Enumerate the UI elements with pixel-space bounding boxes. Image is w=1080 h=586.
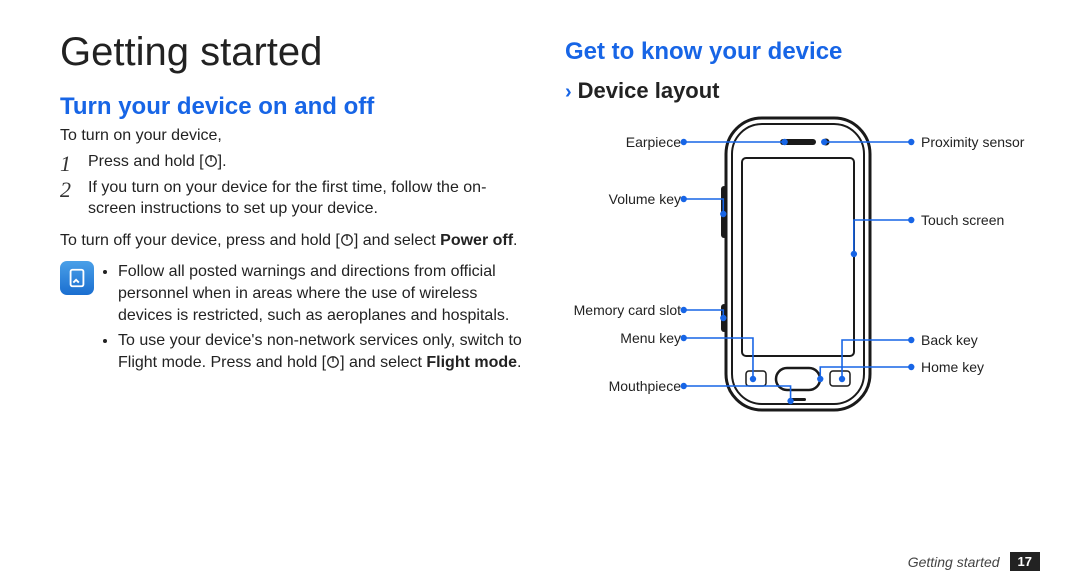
turn-off-paragraph: To turn off your device, press and hold … [60,230,525,252]
steps-list: Press and hold []. If you turn on your d… [60,151,525,220]
label-proximity-sensor: Proximity sensor [921,134,1024,150]
power-icon [326,355,340,369]
note-2-post: ] and select [340,354,426,371]
label-memory-card-slot: Memory card slot [574,302,681,318]
notes-list: Follow all posted warnings and direction… [104,261,525,377]
power-icon [340,233,354,247]
footer: Getting started 17 [908,552,1040,571]
label-mouthpiece: Mouthpiece [609,378,681,394]
section-turn-on-off: Turn your device on and off [60,93,525,121]
page-title: Getting started [60,30,525,75]
off-pre: To turn off your device, press and hold … [60,232,340,249]
chevron-right-icon: › [565,81,572,103]
subsection-label: Device layout [578,78,720,103]
label-touch-screen: Touch screen [921,212,1004,228]
label-home-key: Home key [921,359,984,375]
subsection-device-layout: › Device layout [565,78,1030,104]
power-icon [204,154,218,168]
label-volume-key: Volume key [609,191,681,207]
device-diagram: Earpiece Volume key Memory card slot Men… [565,114,1030,444]
label-menu-key: Menu key [620,330,681,346]
note-2-bold: Flight mode [426,354,517,371]
section-get-to-know: Get to know your device [565,38,1030,66]
off-end: . [513,232,517,249]
note-2-end: . [517,354,521,371]
page-number: 17 [1010,552,1040,571]
label-earpiece: Earpiece [626,134,681,150]
right-column: Get to know your device › Device layout [565,30,1030,530]
turn-on-lead: To turn on your device, [60,127,525,145]
note-1: Follow all posted warnings and direction… [118,261,525,326]
note-2: To use your device's non-network service… [118,330,525,373]
step-1-text: Press and hold [ [88,153,204,170]
note-block: Follow all posted warnings and direction… [60,261,525,377]
off-bold: Power off [440,232,513,249]
left-column: Getting started Turn your device on and … [60,30,525,530]
off-post: ] and select [354,232,440,249]
note-icon [60,261,94,295]
step-1-tail: ]. [218,153,227,170]
phone-outline-icon [718,114,878,414]
step-1: Press and hold []. [60,151,525,173]
label-back-key: Back key [921,332,978,348]
step-2: If you turn on your device for the first… [60,177,525,220]
footer-section: Getting started [908,554,1000,570]
